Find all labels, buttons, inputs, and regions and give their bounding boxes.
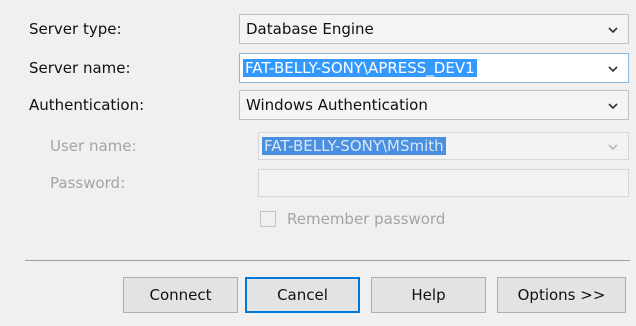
- server-type-value: Database Engine: [246, 20, 374, 38]
- remember-password-checkbox: [260, 211, 276, 227]
- help-button[interactable]: Help: [371, 277, 486, 313]
- chevron-down-icon[interactable]: [606, 62, 620, 76]
- authentication-label: Authentication:: [29, 96, 145, 114]
- user-name-value: FAT-BELLY-SONY\MSmith: [262, 137, 446, 155]
- authentication-dropdown[interactable]: Windows Authentication: [239, 90, 629, 120]
- connect-button[interactable]: Connect: [123, 277, 238, 313]
- server-type-label: Server type:: [29, 20, 122, 38]
- authentication-value: Windows Authentication: [246, 96, 428, 114]
- cancel-button[interactable]: Cancel: [245, 277, 360, 313]
- server-type-dropdown[interactable]: Database Engine: [239, 14, 629, 44]
- server-name-label: Server name:: [29, 59, 131, 77]
- password-label: Password:: [50, 174, 126, 192]
- separator: [25, 260, 630, 261]
- chevron-down-icon[interactable]: [606, 99, 620, 113]
- chevron-down-icon: [606, 140, 620, 154]
- user-name-label: User name:: [50, 137, 137, 155]
- server-name-combobox[interactable]: FAT-BELLY-SONY\APRESS_DEV1: [239, 53, 629, 83]
- user-name-combobox: FAT-BELLY-SONY\MSmith: [258, 132, 629, 160]
- chevron-down-icon[interactable]: [606, 23, 620, 37]
- remember-password-label: Remember password: [287, 210, 446, 228]
- password-field: [258, 169, 629, 197]
- server-name-value[interactable]: FAT-BELLY-SONY\APRESS_DEV1: [243, 59, 477, 77]
- options-button[interactable]: Options >>: [497, 277, 626, 313]
